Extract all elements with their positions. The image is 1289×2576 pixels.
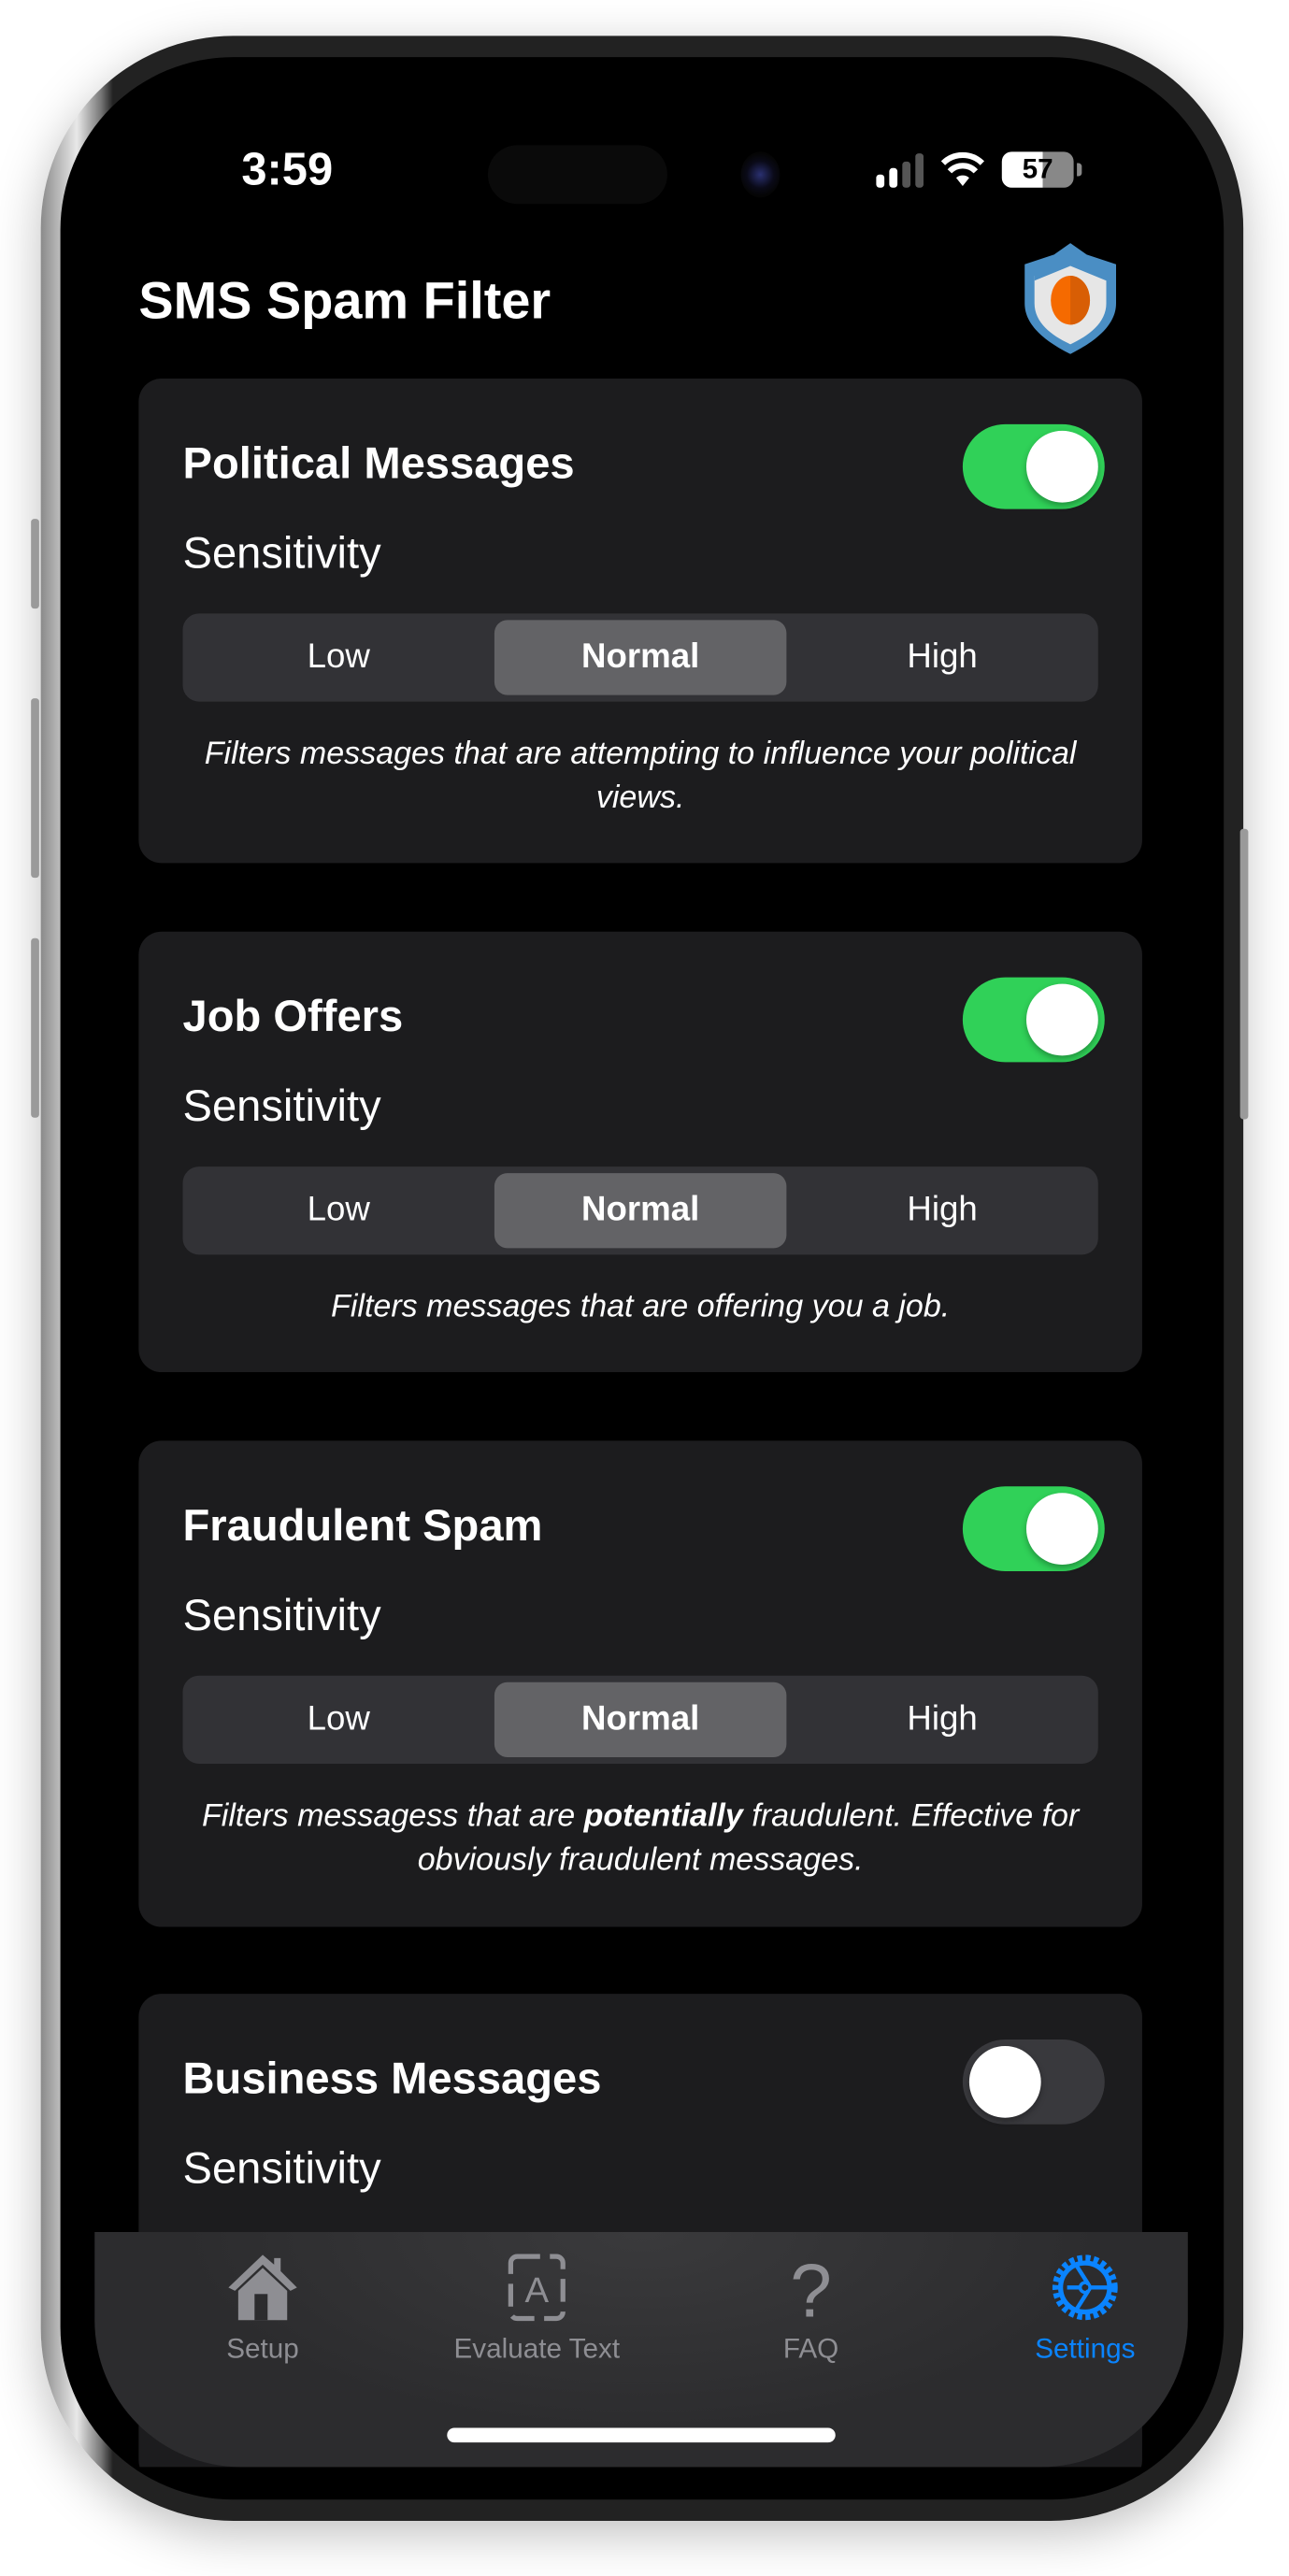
settings-list[interactable]: Political Messages Sensitivity Low Normal Hi…	[61, 378, 1225, 2468]
card-title: Fraudulent Spam	[182, 1500, 543, 1551]
segment-high[interactable]: High	[786, 1676, 1097, 1764]
sensitivity-label: Sensitivity	[182, 1081, 381, 1131]
tab-label: Setup	[226, 2333, 299, 2365]
enable-toggle[interactable]	[962, 2039, 1105, 2125]
segment-normal[interactable]: Normal	[494, 1173, 787, 1249]
status-time: 3:59	[241, 143, 334, 194]
volume-up-button	[31, 698, 39, 879]
card-description: Filters messages that are offering you a…	[171, 1286, 1110, 1330]
tab-label: Evaluate Text	[453, 2333, 621, 2365]
card-title: Business Messages	[182, 2054, 602, 2104]
description-text: Filters messages that are offering you a…	[331, 1289, 951, 1325]
svg-text:A: A	[524, 2270, 549, 2311]
shield-icon	[1024, 243, 1116, 354]
volume-down-button	[31, 937, 39, 1118]
sensitivity-label: Sensitivity	[182, 2143, 381, 2194]
card-title: Job Offers	[182, 992, 404, 1041]
sensitivity-segmented-control[interactable]: Low Normal High	[182, 613, 1098, 702]
segment-low[interactable]: Low	[183, 1676, 494, 1764]
tab-label: Settings	[1035, 2333, 1136, 2365]
card-description: Filters messages that are attempting to …	[171, 733, 1110, 821]
status-icons: 57	[876, 151, 1082, 188]
gear-icon	[1052, 2254, 1118, 2321]
filter-card: Political Messages Sensitivity Low Normal Hi…	[138, 378, 1142, 864]
dynamic-island	[487, 145, 667, 205]
description-text: Filters messages that are attempting to …	[204, 736, 1077, 816]
segment-high[interactable]: High	[786, 1166, 1097, 1254]
tab-faq[interactable]: ? FAQ	[696, 2232, 924, 2411]
screen: 3:59 57 SMS Spam Filter Political Messag…	[60, 57, 1225, 2500]
power-button	[1239, 828, 1249, 1120]
page-title: SMS Spam Filter	[138, 270, 551, 330]
tab-setup[interactable]: Setup	[149, 2232, 377, 2411]
segment-low[interactable]: Low	[183, 1166, 494, 1254]
sensitivity-label: Sensitivity	[182, 1590, 381, 1640]
segment-low[interactable]: Low	[183, 613, 494, 701]
description-text: Filters messagess that are	[201, 1797, 584, 1835]
action-button	[31, 519, 39, 609]
card-description: Filters messagess that are potentially f…	[171, 1795, 1110, 1882]
filter-card: Job Offers Sensitivity Low Normal High Filter…	[138, 931, 1142, 1373]
sensitivity-segmented-control[interactable]: Low Normal High	[182, 1166, 1098, 1255]
text-box-icon: A	[508, 2254, 566, 2322]
svg-text:?: ?	[790, 2250, 832, 2324]
segment-normal[interactable]: Normal	[494, 1682, 787, 1758]
tab-label: FAQ	[782, 2333, 839, 2365]
enable-toggle[interactable]	[962, 977, 1105, 1063]
card-title: Political Messages	[182, 438, 575, 488]
device-frame: 3:59 57 SMS Spam Filter Political Messag…	[0, 0, 1289, 2576]
toggle-knob	[1025, 430, 1098, 503]
filter-card: Fraudulent Spam Sensitivity Low Normal High F…	[138, 1440, 1142, 1927]
question-mark-icon: ?	[790, 2250, 832, 2324]
camera	[740, 151, 781, 198]
sensitivity-segmented-control[interactable]: Low Normal High	[182, 1675, 1098, 1764]
cellular-signal-icon	[876, 151, 924, 188]
toggle-knob	[968, 2045, 1041, 2118]
sensitivity-label: Sensitivity	[182, 528, 381, 578]
wifi-icon	[940, 151, 985, 186]
battery-indicator: 57	[1001, 151, 1082, 188]
tab-evaluate-text[interactable]: A Evaluate Text	[423, 2232, 651, 2411]
tab-settings[interactable]: Settings	[971, 2232, 1199, 2411]
description-emphasis: potentially	[583, 1797, 743, 1835]
toggle-knob	[1025, 1493, 1098, 1566]
home-indicator[interactable]	[447, 2427, 836, 2443]
segment-high[interactable]: High	[786, 613, 1097, 701]
toggle-knob	[1025, 983, 1098, 1056]
house-icon	[228, 2254, 297, 2321]
enable-toggle[interactable]	[962, 423, 1105, 509]
enable-toggle[interactable]	[962, 1486, 1105, 1572]
segment-normal[interactable]: Normal	[494, 620, 787, 695]
